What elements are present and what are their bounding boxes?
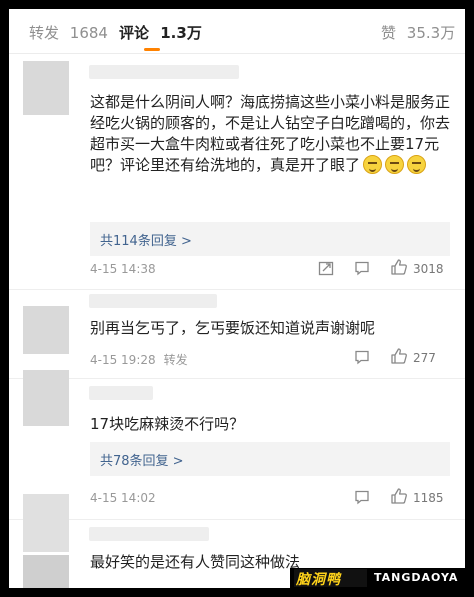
username-redacted[interactable] bbox=[89, 527, 209, 541]
tab-like-label: 赞 bbox=[381, 24, 397, 42]
tab-comment[interactable]: 评论 1.3万 bbox=[119, 22, 202, 43]
comment-icon[interactable] bbox=[354, 489, 370, 509]
like-count: 1185 bbox=[413, 491, 444, 505]
doge-emoji-icon bbox=[407, 155, 427, 174]
watermark-logo: 脑洞鸭 bbox=[294, 569, 367, 588]
tab-comment-count: 1.3万 bbox=[160, 24, 202, 42]
avatar[interactable] bbox=[23, 61, 69, 115]
share-icon[interactable] bbox=[318, 260, 334, 280]
thumbs-up-icon[interactable] bbox=[390, 487, 408, 509]
active-tab-indicator bbox=[144, 48, 160, 51]
tab-like-count: 35.3万 bbox=[406, 24, 456, 42]
tab-like[interactable]: 赞 35.3万 bbox=[381, 22, 455, 43]
like-count: 3018 bbox=[413, 262, 444, 276]
thumbs-up-icon[interactable] bbox=[390, 347, 408, 369]
repost-link[interactable]: 转发 bbox=[164, 353, 188, 367]
doge-emoji-icon bbox=[385, 155, 405, 174]
replies-count: 共78条回复 > bbox=[100, 454, 184, 469]
comment-time: 4-15 19:28 bbox=[90, 353, 156, 367]
replies-link[interactable]: 共78条回复 > bbox=[90, 442, 450, 476]
tab-repost-count: 1684 bbox=[69, 24, 108, 42]
tab-comment-label: 评论 bbox=[119, 24, 150, 42]
detail-tabs: 转发 1684 评论 1.3万 赞 35.3万 bbox=[9, 9, 465, 54]
comment-icon[interactable] bbox=[354, 349, 370, 369]
avatar[interactable] bbox=[23, 494, 69, 552]
watermark-brand-text: TANGDAOYA bbox=[374, 571, 459, 584]
comment-divider bbox=[9, 519, 465, 520]
replies-link[interactable]: 共114条回复 > bbox=[90, 222, 450, 256]
doge-emoji-icon bbox=[363, 155, 383, 174]
avatar[interactable] bbox=[23, 306, 69, 354]
comment-timestamp: 4-15 14:02 bbox=[90, 491, 156, 505]
comment-text: 这都是什么阴间人啊？海底捞搞这些小菜小料是服务正经吃火锅的顾客的，不是让人钻空子… bbox=[90, 92, 450, 176]
watermark-logo-text: 脑洞鸭 bbox=[296, 572, 341, 588]
weibo-comment-screen: 转发 1684 评论 1.3万 赞 35.3万 这都是什么阴间人啊？海底捞搞这些… bbox=[9, 9, 465, 588]
tab-repost[interactable]: 转发 1684 bbox=[29, 22, 108, 43]
thumbs-up-icon[interactable] bbox=[390, 258, 408, 280]
like-count: 277 bbox=[413, 351, 436, 365]
username-redacted[interactable] bbox=[89, 386, 153, 400]
comment-icon[interactable] bbox=[354, 260, 370, 280]
comment-time: 4-15 14:38 bbox=[90, 262, 156, 276]
replies-count: 共114条回复 > bbox=[100, 234, 192, 249]
comment-divider bbox=[9, 378, 465, 379]
tab-repost-label: 转发 bbox=[29, 24, 60, 42]
avatar[interactable] bbox=[23, 555, 69, 588]
comment-text: 17块吃麻辣烫不行吗？ bbox=[90, 415, 245, 433]
avatar[interactable] bbox=[23, 370, 69, 426]
comment-time: 4-15 14:02 bbox=[90, 491, 156, 505]
comment-timestamp: 4-15 14:38 bbox=[90, 262, 156, 276]
comment-divider bbox=[9, 289, 465, 290]
username-redacted[interactable] bbox=[89, 65, 239, 79]
comment-timestamp: 4-15 19:28 转发 bbox=[90, 351, 188, 368]
username-redacted[interactable] bbox=[89, 294, 217, 308]
comment-text: 别再当乞丐了，乞丐要饭还知道说声谢谢呢 bbox=[90, 319, 376, 337]
